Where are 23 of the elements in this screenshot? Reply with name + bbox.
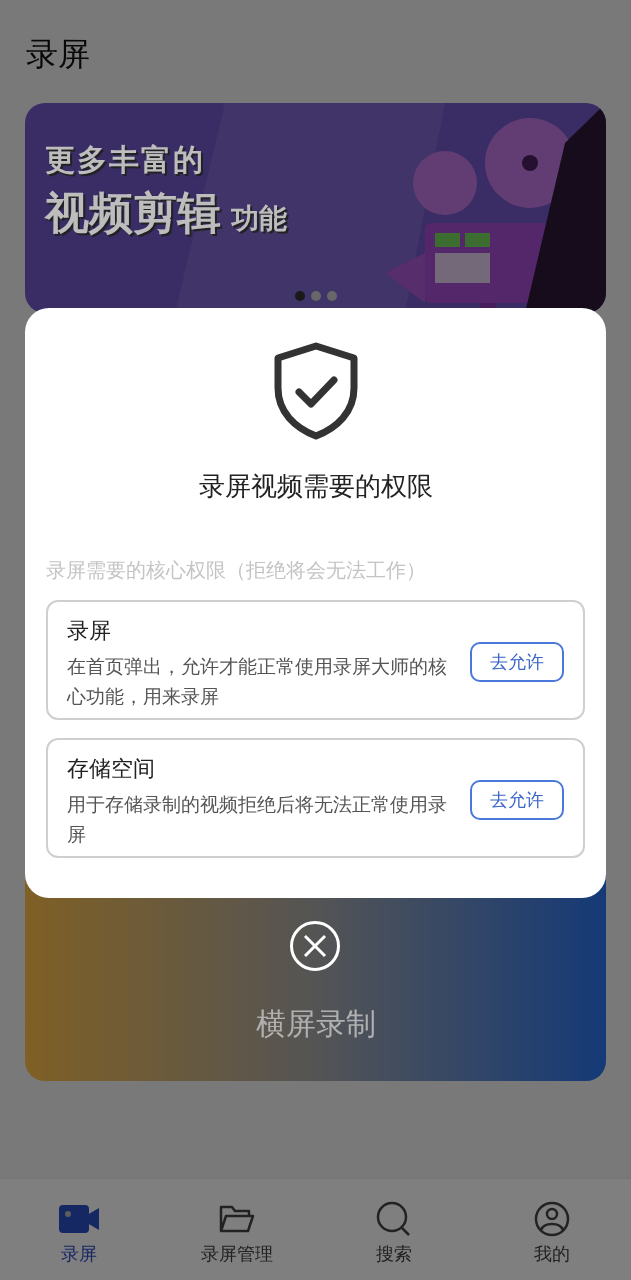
page-title: 录屏 bbox=[26, 36, 90, 72]
folder-icon bbox=[218, 1203, 255, 1235]
dialog-subtitle: 录屏需要的核心权限（拒绝将会无法工作） bbox=[46, 559, 426, 581]
permission-description: 在首页弹出，允许才能正常使用录屏大师的核心功能，用来录屏 bbox=[67, 655, 448, 709]
permission-title: 存储空间 bbox=[67, 755, 156, 783]
banner-headline: 功能 bbox=[231, 202, 287, 236]
nav-tab[interactable]: 录屏管理 bbox=[157, 1179, 316, 1280]
dialog-title: 录屏视频需要的权限 bbox=[198, 470, 433, 503]
permission-title: 录屏 bbox=[67, 617, 112, 645]
card-label: 横屏录制 bbox=[255, 1006, 376, 1042]
allow-button[interactable]: 去允许 bbox=[470, 780, 564, 820]
permission-description: 用于存储录制的视频拒绝后将无法正常使用录屏 bbox=[67, 793, 448, 847]
close-icon[interactable] bbox=[290, 921, 340, 971]
shield-check-icon bbox=[272, 342, 359, 440]
banner-headline: 视频剪辑 bbox=[45, 187, 221, 239]
user-icon bbox=[534, 1201, 571, 1237]
nav-tab[interactable]: 录屏 bbox=[0, 1179, 158, 1280]
banner[interactable]: 更多丰富的 视频剪辑 功能 bbox=[25, 103, 606, 313]
video-camera-icon bbox=[58, 1203, 99, 1235]
allow-button[interactable]: 去允许 bbox=[470, 642, 564, 682]
nav-tab[interactable]: 搜索 bbox=[315, 1179, 474, 1280]
nav-tab[interactable]: 我的 bbox=[473, 1179, 631, 1280]
banner-headline: 更多丰富的 bbox=[45, 142, 206, 178]
